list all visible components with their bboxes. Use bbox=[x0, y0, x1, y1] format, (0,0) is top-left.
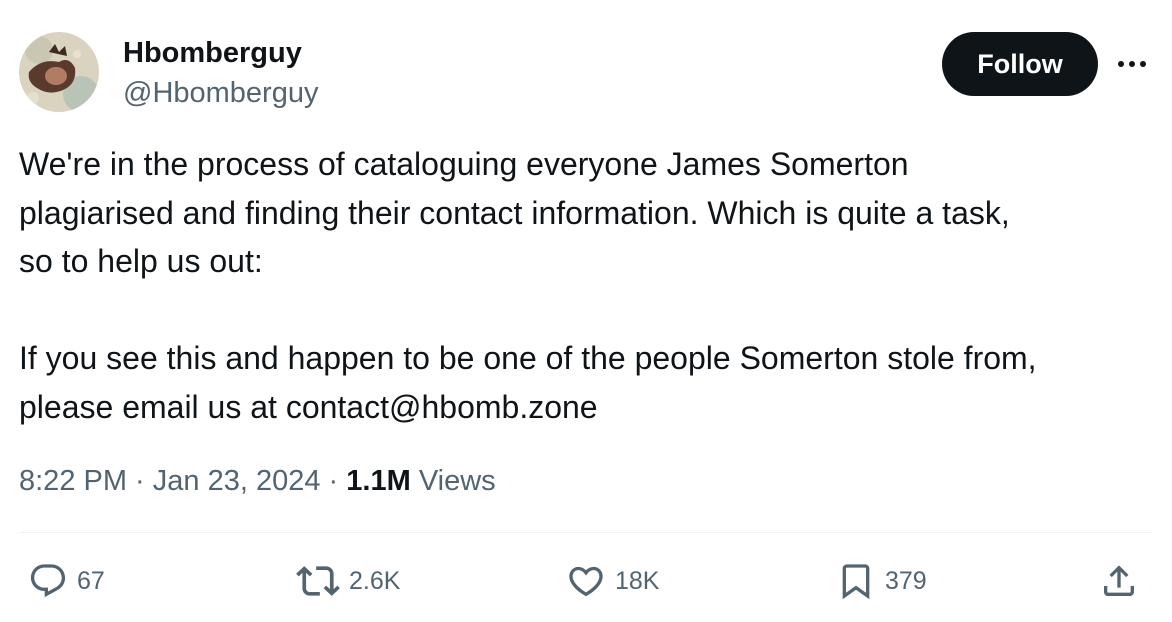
heart-icon bbox=[569, 566, 603, 597]
like-button[interactable]: 18K bbox=[566, 558, 659, 604]
tweet-date[interactable]: Jan 23, 2024 bbox=[153, 465, 321, 497]
tweet-metadata: 8:22 PM · Jan 23, 2024 · 1.1M Views bbox=[19, 462, 496, 500]
reply-button[interactable]: 67 bbox=[28, 558, 105, 604]
reply-count: 67 bbox=[77, 566, 105, 595]
meta-separator: · bbox=[127, 465, 153, 497]
bookmark-icon bbox=[842, 564, 870, 600]
retweet-icon bbox=[296, 566, 340, 596]
views-label: Views bbox=[418, 465, 496, 497]
tweet-text: We're in the process of cataloguing ever… bbox=[19, 146, 1037, 425]
tweet-time[interactable]: 8:22 PM bbox=[19, 465, 127, 497]
bookmark-count: 379 bbox=[885, 566, 927, 595]
avatar[interactable] bbox=[19, 32, 99, 112]
retweet-button[interactable]: 2.6K bbox=[296, 558, 400, 604]
tweet-card: Hbomberguy @Hbomberguy Follow We're in t… bbox=[0, 0, 1172, 622]
views-count: 1.1M bbox=[346, 465, 411, 497]
bookmark-button[interactable]: 379 bbox=[836, 558, 927, 604]
profile-photo-icon bbox=[19, 32, 99, 112]
display-name[interactable]: Hbomberguy bbox=[123, 35, 302, 71]
meta-separator: · bbox=[320, 465, 347, 497]
reply-icon bbox=[30, 564, 66, 598]
follow-button[interactable]: Follow bbox=[942, 32, 1098, 96]
more-options-button[interactable] bbox=[1110, 44, 1154, 84]
more-horizontal-icon bbox=[1118, 61, 1146, 67]
divider bbox=[19, 532, 1152, 533]
like-count: 18K bbox=[615, 566, 660, 595]
share-button[interactable] bbox=[1099, 558, 1139, 604]
user-handle[interactable]: @Hbomberguy bbox=[123, 75, 318, 111]
share-icon bbox=[1104, 565, 1134, 596]
retweet-count: 2.6K bbox=[349, 566, 401, 595]
